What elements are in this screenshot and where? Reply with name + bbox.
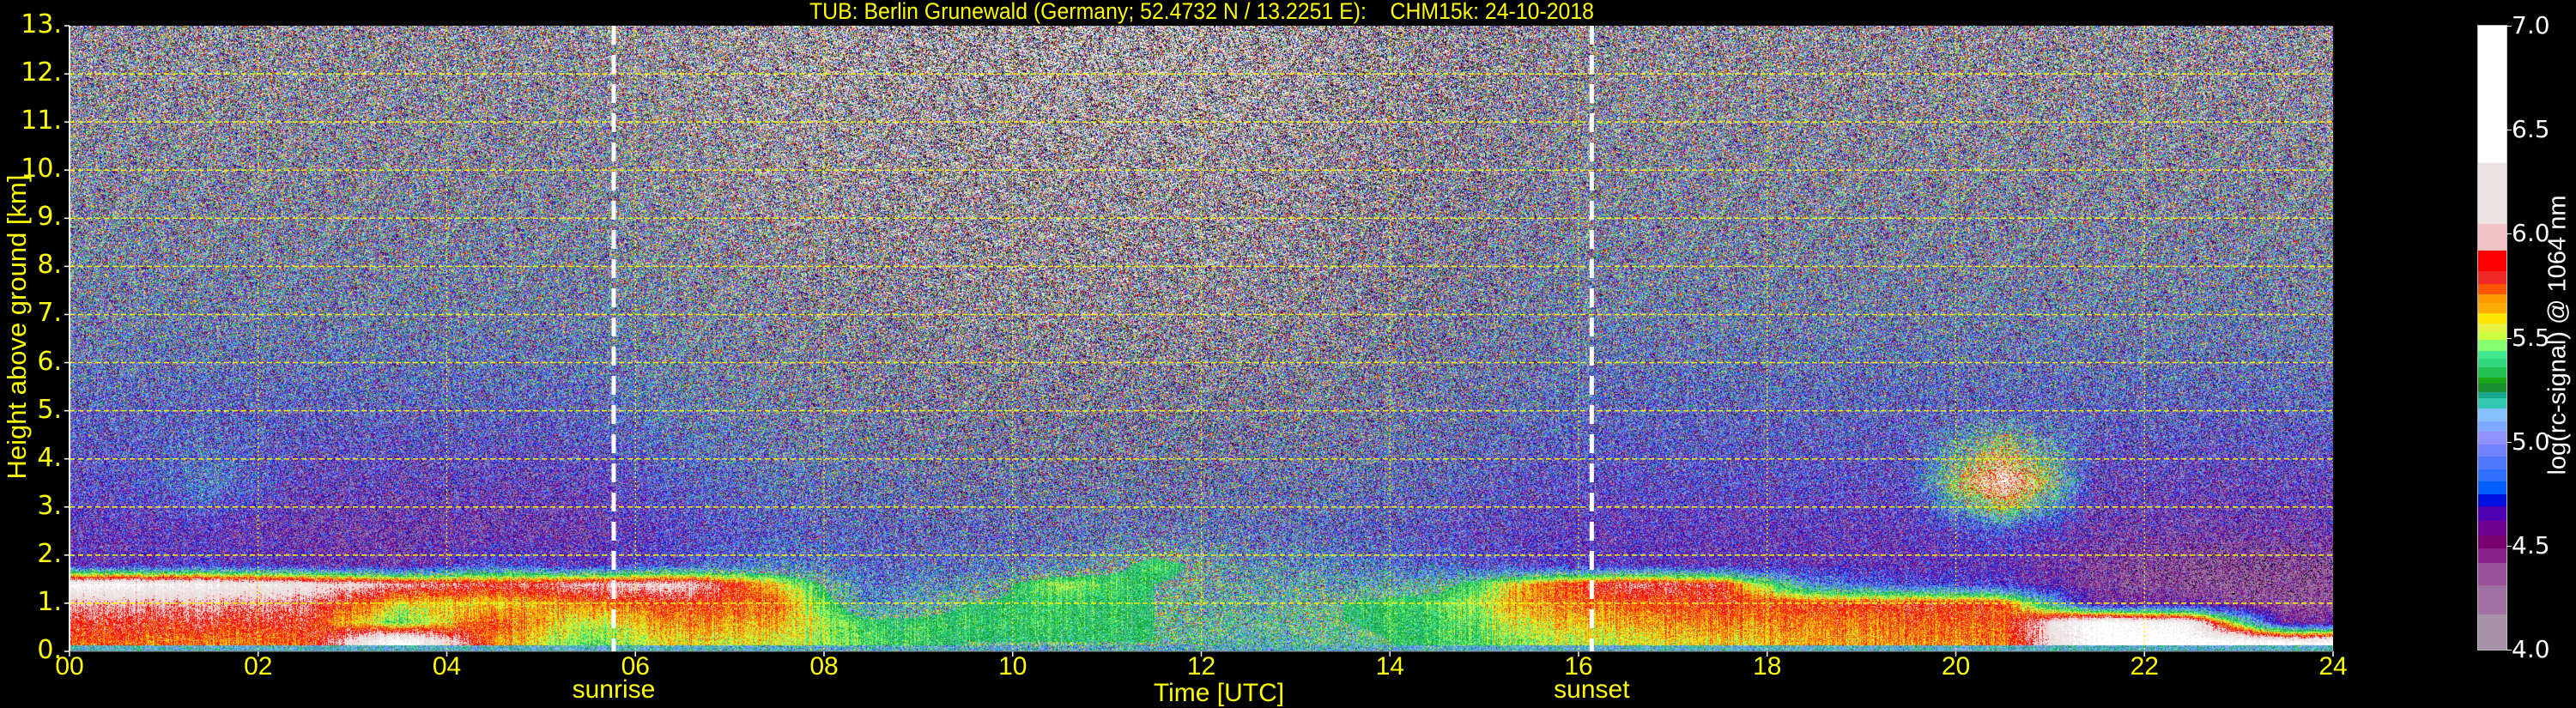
colorbar-level bbox=[2478, 584, 2506, 615]
x-tick-label: 22 bbox=[2130, 652, 2159, 681]
colorbar-tick-mark bbox=[2506, 26, 2512, 27]
x-tick-label: 10 bbox=[998, 652, 1027, 681]
colorbar-level bbox=[2478, 383, 2506, 392]
colorbar-level bbox=[2478, 548, 2506, 563]
colorbar-level bbox=[2478, 223, 2506, 251]
x-tick-label: 14 bbox=[1375, 652, 1404, 681]
colorbar-level bbox=[2478, 377, 2506, 384]
y-tick-label: 13. bbox=[21, 9, 62, 39]
colorbar-level bbox=[2478, 250, 2506, 272]
y-tick-label: 1. bbox=[37, 586, 62, 617]
x-axis-label: Time [UTC] bbox=[1153, 679, 1285, 707]
colorbar-tick-mark bbox=[2506, 337, 2512, 339]
y-axis-label: Height above ground [km] bbox=[2, 174, 32, 480]
x-tick-label: 04 bbox=[432, 652, 462, 681]
colorbar-tick-mark bbox=[2506, 650, 2512, 651]
y-tick-label: 2. bbox=[37, 538, 62, 569]
colorbar-level bbox=[2478, 391, 2506, 399]
colorbar-level bbox=[2478, 366, 2506, 378]
colorbar-level bbox=[2478, 293, 2506, 303]
colorbar-tick-label: 6.5 bbox=[2512, 115, 2550, 144]
colorbar-tick-label: 7.0 bbox=[2512, 11, 2550, 39]
colorbar-level bbox=[2478, 162, 2506, 224]
colorbar-level bbox=[2478, 421, 2506, 433]
colorbar-level bbox=[2478, 444, 2506, 457]
x-tick-label: 20 bbox=[1941, 652, 1971, 681]
colorbar-level bbox=[2478, 562, 2506, 586]
colorbar-level bbox=[2478, 397, 2506, 409]
colorbar-level bbox=[2478, 26, 2506, 164]
x-tick-label: 24 bbox=[2318, 652, 2348, 681]
colorbar-label: log(rc-signal) @ 1064 nm bbox=[2543, 195, 2572, 475]
colorbar-level bbox=[2478, 493, 2506, 507]
colorbar-level bbox=[2478, 302, 2506, 313]
colorbar bbox=[2477, 25, 2507, 651]
colorbar-level bbox=[2478, 505, 2506, 522]
colorbar-tick-label: 4.0 bbox=[2512, 635, 2550, 663]
colorbar-level bbox=[2478, 358, 2506, 367]
colorbar-level bbox=[2478, 614, 2506, 651]
colorbar-level bbox=[2478, 469, 2506, 482]
y-tick-label: 11. bbox=[21, 106, 62, 136]
colorbar-tick-mark bbox=[2506, 233, 2512, 235]
colorbar-level bbox=[2478, 270, 2506, 284]
x-tick-label: 18 bbox=[1753, 652, 1782, 681]
sunset-label: sunset bbox=[1554, 675, 1630, 704]
colorbar-tick-label: 4.5 bbox=[2512, 530, 2550, 560]
colorbar-level bbox=[2478, 456, 2506, 469]
colorbar-level bbox=[2478, 312, 2506, 324]
colorbar-level bbox=[2478, 350, 2506, 360]
colorbar-level bbox=[2478, 520, 2506, 536]
colorbar-level bbox=[2478, 331, 2506, 341]
colorbar-level bbox=[2478, 408, 2506, 421]
colorbar-level bbox=[2478, 535, 2506, 548]
x-tick-label: 08 bbox=[809, 652, 839, 681]
x-tick-label: 02 bbox=[244, 652, 273, 681]
colorbar-level bbox=[2478, 283, 2506, 295]
colorbar-level bbox=[2478, 323, 2506, 332]
colorbar-tick-mark bbox=[2506, 545, 2512, 547]
y-tick-label: 12. bbox=[21, 57, 62, 88]
colorbar-level bbox=[2478, 431, 2506, 445]
colorbar-level bbox=[2478, 339, 2506, 351]
axes-overlay bbox=[64, 25, 2334, 657]
colorbar-tick-mark bbox=[2506, 441, 2512, 443]
colorbar-level bbox=[2478, 481, 2506, 494]
sunrise-label: sunrise bbox=[572, 675, 656, 704]
x-tick-label: 12 bbox=[1186, 652, 1216, 681]
x-tick-label: 00 bbox=[55, 652, 84, 681]
